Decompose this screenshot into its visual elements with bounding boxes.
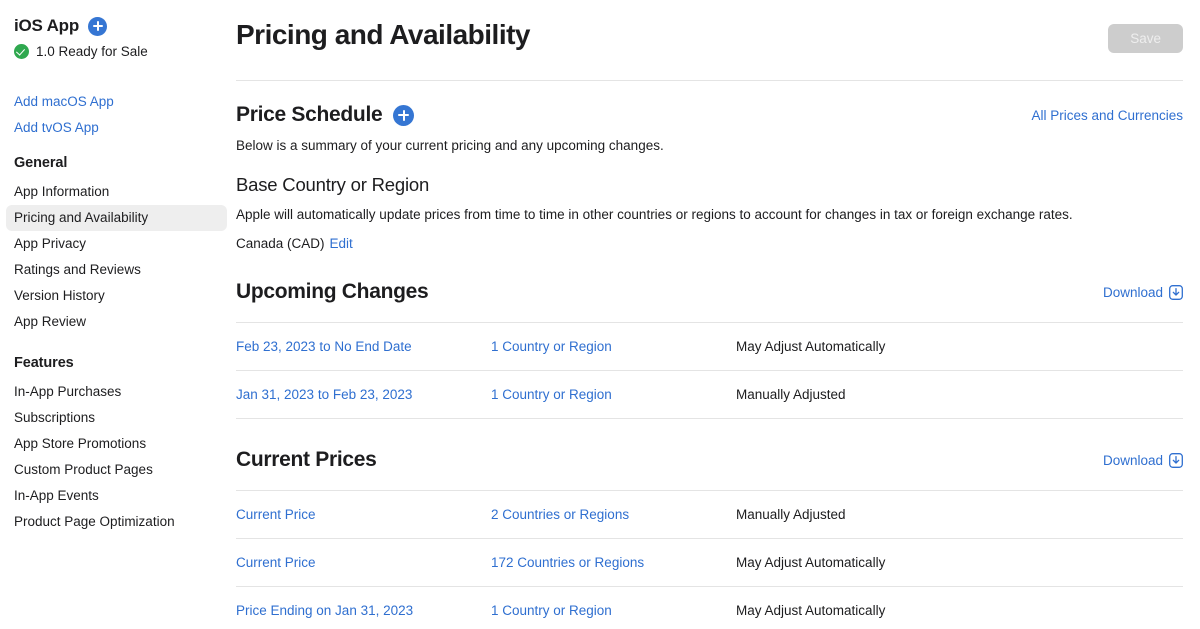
save-button[interactable]: Save [1108,24,1183,53]
upcoming-changes-header: Upcoming Changes Download [236,280,1183,304]
add-platform-icon[interactable] [88,16,108,36]
base-country-value: Canada (CAD) [236,236,325,251]
price-regions-link[interactable]: 172 Countries or Regions [491,555,736,570]
app-status: 1.0 Ready for Sale [0,44,233,59]
sidebar-item-in-app-events[interactable]: In-App Events [6,483,227,509]
sidebar-item-custom-product-pages[interactable]: Custom Product Pages [6,457,227,483]
current-prices-table: Current Price 2 Countries or Regions Man… [236,490,1183,629]
price-adjustment-value: Manually Adjusted [736,507,846,522]
base-country-value-row: Canada (CAD) Edit [236,236,1183,251]
price-period-link[interactable]: Jan 31, 2023 to Feb 23, 2023 [236,387,491,402]
base-country-description: Apple will automatically update prices f… [236,207,1073,222]
sidebar-item-in-app-purchases[interactable]: In-App Purchases [6,379,227,405]
table-row: Price Ending on Jan 31, 2023 1 Country o… [236,587,1183,629]
price-regions-link[interactable]: 2 Countries or Regions [491,507,736,522]
price-regions-link[interactable]: 1 Country or Region [491,339,736,354]
base-country-or-region-title: Base Country or Region [236,174,430,195]
sidebar-item-pricing-and-availability[interactable]: Pricing and Availability [6,205,227,231]
price-schedule-title: Price Schedule [236,103,383,126]
table-row: Feb 23, 2023 to No End Date 1 Country or… [236,323,1183,370]
price-schedule-header: Price Schedule All Prices and Currencies [236,103,1183,127]
sidebar: iOS App 1.0 Ready for Sale Add macOS App… [0,0,233,629]
sidebar-item-ratings-and-reviews[interactable]: Ratings and Reviews [6,257,227,283]
table-row: Current Price 172 Countries or Regions M… [236,539,1183,586]
nav-group-features: Features In-App Purchases Subscriptions … [0,355,233,535]
nav-group-title-general: General [14,155,68,171]
sidebar-item-subscriptions[interactable]: Subscriptions [6,405,227,431]
download-upcoming-changes-link[interactable]: Download [1103,285,1183,300]
sidebar-item-app-review[interactable]: App Review [6,309,227,335]
app-platform-title: iOS App [14,16,80,35]
price-adjustment-value: May Adjust Automatically [736,603,886,618]
nav-group-title-features: Features [14,355,74,371]
price-regions-link[interactable]: 1 Country or Region [491,603,736,618]
all-prices-and-currencies-link[interactable]: All Prices and Currencies [1031,108,1183,123]
price-adjustment-value: Manually Adjusted [736,387,846,402]
current-prices-title: Current Prices [236,448,377,471]
price-adjustment-value: May Adjust Automatically [736,555,886,570]
table-row: Current Price 2 Countries or Regions Man… [236,491,1183,538]
price-period-link[interactable]: Feb 23, 2023 to No End Date [236,339,491,354]
sidebar-item-app-privacy[interactable]: App Privacy [6,231,227,257]
price-adjustment-value: May Adjust Automatically [736,339,886,354]
edit-base-country-link[interactable]: Edit [330,236,353,251]
app-status-label: 1.0 Ready for Sale [36,44,148,59]
price-period-link[interactable]: Current Price [236,507,491,522]
download-label: Download [1102,452,1163,468]
price-period-link[interactable]: Current Price [236,555,491,570]
price-regions-link[interactable]: 1 Country or Region [491,387,736,402]
nav-group-general: General App Information Pricing and Avai… [0,155,233,335]
main-content: Pricing and Availability Save Price Sche… [233,0,1200,629]
sidebar-item-version-history[interactable]: Version History [6,283,227,309]
download-current-prices-link[interactable]: Download [1103,453,1183,468]
add-macos-app-link[interactable]: Add macOS App [0,89,233,115]
sidebar-item-app-store-promotions[interactable]: App Store Promotions [6,431,227,457]
divider [236,418,1183,419]
download-label: Download [1102,284,1163,300]
add-price-schedule-icon[interactable] [393,104,415,126]
upcoming-changes-title: Upcoming Changes [236,280,429,303]
page-title: Pricing and Availability [236,19,531,50]
page-header: Pricing and Availability Save [236,0,1183,81]
check-circle-icon [14,44,29,59]
app-header: iOS App [0,16,233,36]
app-root: iOS App 1.0 Ready for Sale Add macOS App… [0,0,1200,629]
sidebar-item-product-page-optimization[interactable]: Product Page Optimization [6,509,227,535]
table-row: Jan 31, 2023 to Feb 23, 2023 1 Country o… [236,371,1183,418]
download-box-icon [1169,284,1183,300]
price-schedule-summary: Below is a summary of your current prici… [236,138,664,153]
add-tvos-app-link[interactable]: Add tvOS App [0,115,233,141]
upcoming-changes-table: Feb 23, 2023 to No End Date 1 Country or… [236,322,1183,419]
upcoming-changes-section: Upcoming Changes Download Feb 23, 2023 t… [236,280,1183,419]
download-box-icon [1169,452,1183,468]
price-period-link[interactable]: Price Ending on Jan 31, 2023 [236,603,491,618]
current-prices-section: Current Prices Download Current Price 2 … [236,448,1183,629]
sidebar-item-app-information[interactable]: App Information [6,179,227,205]
current-prices-header: Current Prices Download [236,448,1183,472]
